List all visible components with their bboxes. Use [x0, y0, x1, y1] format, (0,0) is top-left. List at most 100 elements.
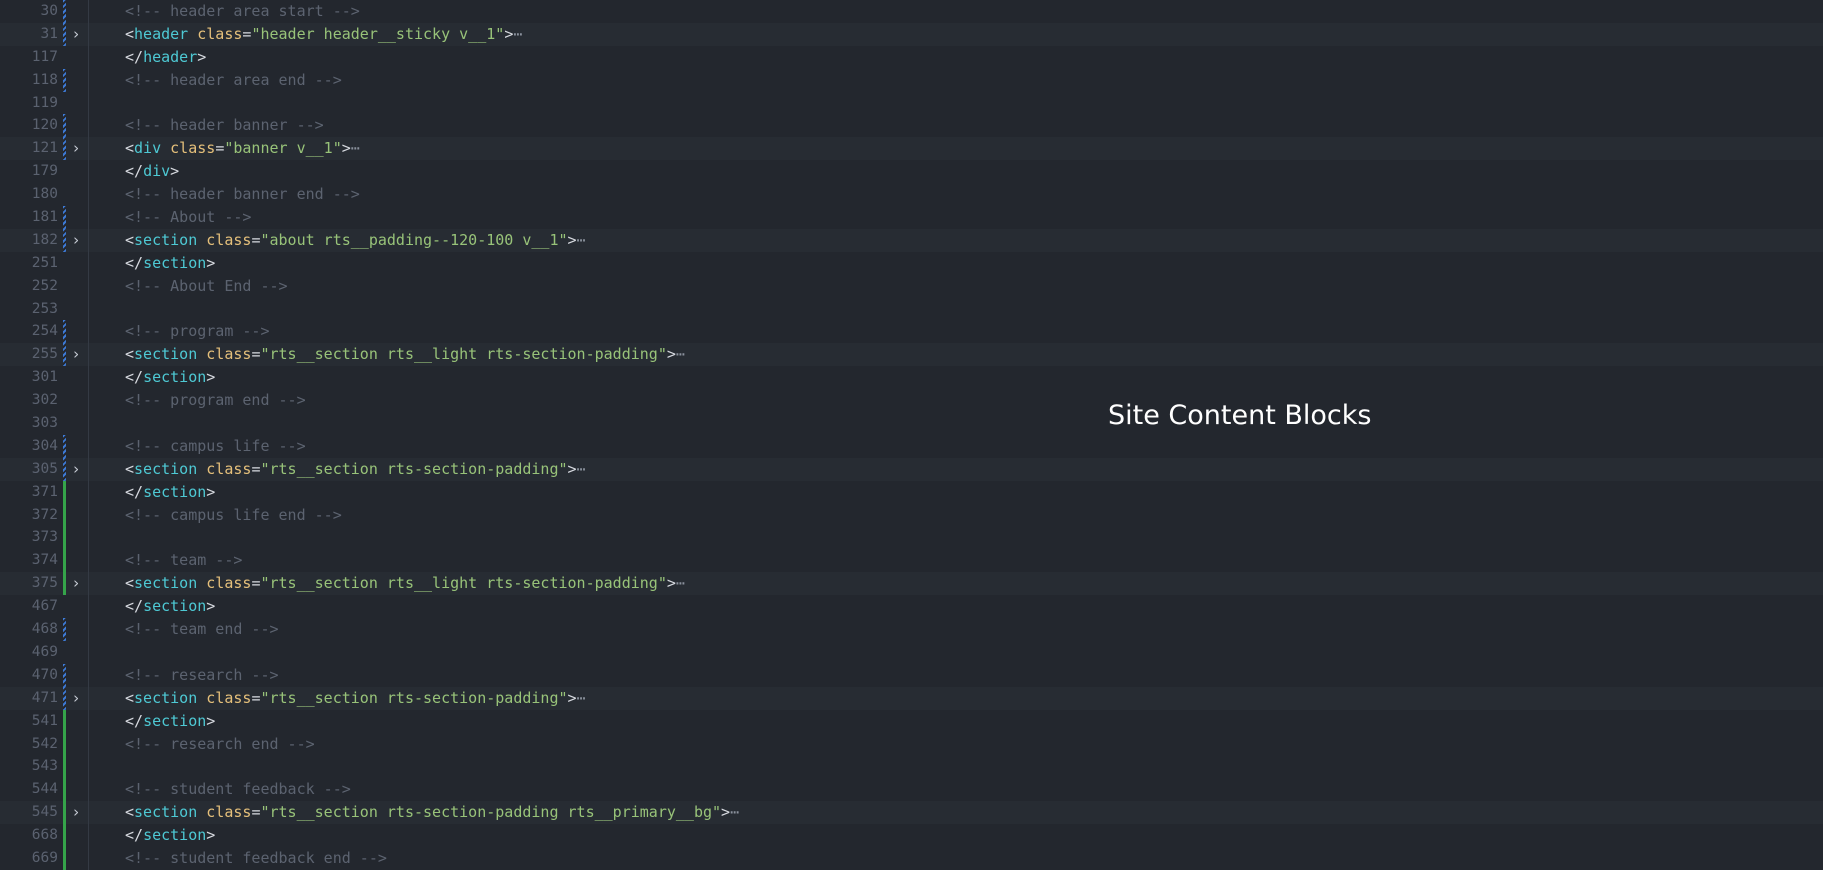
line-number: 30 — [40, 3, 58, 19]
code-line[interactable]: 182 › <section class="about rts__padding--… — [0, 228, 1823, 252]
folded-ellipsis-icon[interactable]: ⋯ — [676, 574, 685, 592]
code-line[interactable]: 467 </section> — [0, 595, 1823, 619]
code-line[interactable]: 471 › <section class="rts__section rts-sec… — [0, 686, 1823, 710]
code-line[interactable]: 305 › <section class="rts__section rts-sec… — [0, 457, 1823, 481]
code-editor[interactable]: 30 <!-- header area start --> 31 › <header c… — [0, 0, 1823, 870]
fold-chevron-icon[interactable]: › — [70, 343, 82, 366]
indent-guide — [88, 755, 89, 779]
fold-chevron-icon[interactable]: › — [70, 137, 82, 160]
line-number: 253 — [31, 300, 58, 317]
indent-guide — [88, 343, 89, 367]
comment-text: <!-- team end --> — [125, 620, 279, 639]
indent-guide — [88, 0, 89, 23]
code-line[interactable]: 121 › <div class="banner v__1">⋯ — [0, 137, 1823, 161]
tag-name: section — [134, 803, 198, 822]
code-line[interactable]: 373 — [0, 526, 1823, 550]
comment-text: <!-- student feedback end --> — [125, 848, 387, 867]
bracket: > — [567, 230, 577, 249]
git-modified-marker — [63, 0, 66, 23]
code-line[interactable]: 468 <!-- team end --> — [0, 618, 1823, 641]
code-line[interactable]: 543 — [0, 755, 1823, 779]
tag-name: div — [143, 162, 171, 181]
code-line[interactable]: 469 — [0, 640, 1823, 664]
code-line[interactable]: 254 <!-- program --> — [0, 320, 1823, 344]
code-line[interactable]: 255 › <section class="rts__section rts__li… — [0, 343, 1823, 367]
code-line[interactable]: 542 <!-- research end --> — [0, 732, 1823, 756]
code-line[interactable]: 253 — [0, 297, 1823, 321]
folded-ellipsis-icon[interactable]: ⋯ — [351, 139, 360, 157]
folded-ellipsis-icon[interactable]: ⋯ — [513, 25, 522, 43]
folded-ellipsis-icon[interactable]: ⋯ — [730, 803, 739, 821]
bracket: </ — [125, 47, 144, 66]
indent-guide — [88, 366, 89, 390]
code-line[interactable]: 470 <!-- research --> — [0, 663, 1823, 687]
code-line[interactable]: 302 <!-- program end --> — [0, 389, 1823, 413]
fold-chevron-icon[interactable]: › — [70, 23, 82, 46]
code-line[interactable]: 117 </header> — [0, 45, 1823, 69]
bracket: < — [125, 803, 135, 822]
attribute-name: class — [206, 574, 252, 593]
fold-chevron-icon[interactable]: › — [70, 572, 82, 595]
folded-ellipsis-icon[interactable]: ⋯ — [676, 345, 685, 363]
line-number: 251 — [31, 254, 58, 271]
overlay-title: Site Content Blocks — [1108, 400, 1372, 431]
code-line[interactable]: 304 <!-- campus life --> — [0, 434, 1823, 458]
folded-ellipsis-icon[interactable]: ⋯ — [577, 231, 586, 249]
code-line[interactable]: 180 <!-- header banner end --> — [0, 183, 1823, 207]
line-number: 180 — [31, 186, 58, 203]
fold-chevron-icon[interactable]: › — [70, 229, 82, 252]
code-line[interactable]: 668 </section> — [0, 824, 1823, 847]
bracket: </ — [125, 368, 144, 387]
attribute-value: "rts__section rts-section-padding" — [260, 459, 568, 478]
code-line[interactable]: 545 › <section class="rts__section rts-sec… — [0, 801, 1823, 825]
tag-name: section — [143, 711, 207, 730]
code-line[interactable]: 303 — [0, 412, 1823, 435]
tag-name: section — [143, 597, 207, 616]
line-number: 120 — [31, 117, 58, 134]
code-line[interactable]: 31 › <header class="header header__sticky … — [0, 22, 1823, 46]
code-line[interactable]: 372 <!-- campus life end --> — [0, 503, 1823, 527]
indent-guide — [88, 206, 89, 229]
fold-chevron-icon[interactable]: › — [70, 687, 82, 710]
code-text: </section> — [125, 595, 215, 618]
code-line[interactable]: 181 <!-- About --> — [0, 206, 1823, 229]
indent-guide — [88, 709, 89, 733]
indent-guide — [88, 686, 89, 710]
folded-ellipsis-icon[interactable]: ⋯ — [577, 689, 586, 707]
indent-guide — [88, 91, 89, 115]
bracket: > — [341, 139, 351, 158]
code-line[interactable]: 118 <!-- header area end --> — [0, 68, 1823, 92]
code-line[interactable]: 251 </section> — [0, 251, 1823, 275]
code-line[interactable]: 252 <!-- About End --> — [0, 274, 1823, 298]
attribute-value: "banner v__1" — [224, 139, 342, 158]
code-text: <!-- student feedback end --> — [125, 847, 387, 870]
git-added-marker — [63, 824, 66, 847]
indent-guide — [88, 320, 89, 344]
fold-chevron-icon[interactable]: › — [70, 458, 82, 481]
code-line[interactable]: 375 › <section class="rts__section rts__li… — [0, 572, 1823, 596]
folded-ellipsis-icon[interactable]: ⋯ — [577, 460, 586, 478]
fold-chevron-icon[interactable]: › — [70, 801, 82, 824]
code-line[interactable]: 669 <!-- student feedback end --> — [0, 846, 1823, 870]
attribute-value: "rts__section rts__light rts-section-pad… — [260, 574, 667, 593]
attribute-name: class — [206, 688, 252, 707]
code-line[interactable]: 371 </section> — [0, 480, 1823, 504]
code-line[interactable]: 374 <!-- team --> — [0, 549, 1823, 573]
code-line[interactable]: 541 </section> — [0, 709, 1823, 733]
indent-guide — [88, 526, 89, 550]
code-line[interactable]: 120 <!-- header banner --> — [0, 114, 1823, 138]
code-line[interactable]: 179 </div> — [0, 160, 1823, 184]
line-number: 301 — [31, 369, 58, 386]
comment-text: <!-- header banner end --> — [125, 185, 360, 204]
code-line[interactable]: 119 — [0, 91, 1823, 115]
line-number: 542 — [31, 735, 58, 752]
line-number: 543 — [31, 758, 58, 775]
code-line[interactable]: 544 <!-- student feedback --> — [0, 778, 1823, 802]
bracket: < — [125, 24, 135, 43]
code-line[interactable]: 301 </section> — [0, 366, 1823, 390]
code-line[interactable]: 30 <!-- header area start --> — [0, 0, 1823, 23]
code-text: <header class="header header__sticky v__… — [125, 23, 522, 46]
bracket: > — [206, 597, 216, 616]
